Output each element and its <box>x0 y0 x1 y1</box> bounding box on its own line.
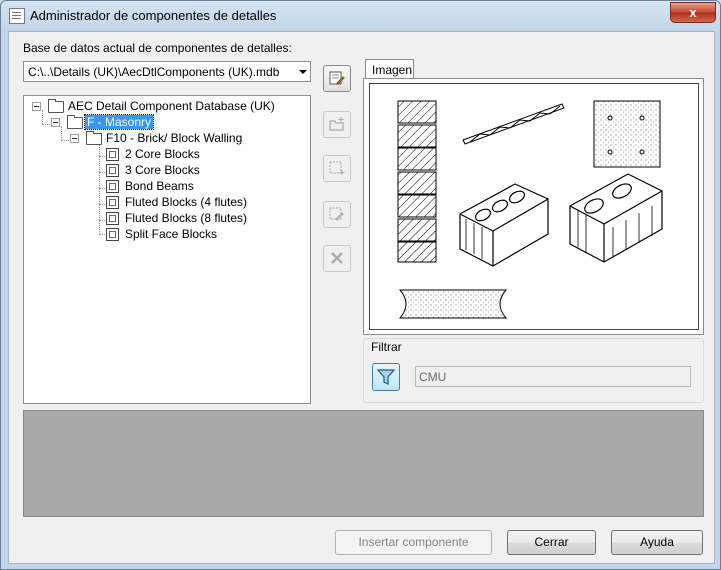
dialog-body: Base de datos actual de componentes de d… <box>8 31 715 564</box>
component-icon <box>106 148 119 161</box>
filter-input[interactable]: CMU <box>415 366 691 387</box>
collapse-icon[interactable] <box>70 134 79 143</box>
component-icon <box>106 164 119 177</box>
image-tab-panel <box>363 78 704 335</box>
delete-icon <box>331 252 343 264</box>
tree-leaf-label: Fluted Blocks (4 flutes) <box>125 195 248 209</box>
new-component-icon <box>329 161 345 175</box>
component-icon <box>106 212 119 225</box>
tree-leaf[interactable]: Bond Beams <box>106 178 296 194</box>
edit-component-button[interactable] <box>323 201 351 228</box>
component-preview-image <box>369 83 699 330</box>
tree-node-division[interactable]: F - Masonry <box>49 114 299 130</box>
tree-leaf[interactable]: 3 Core Blocks <box>106 162 296 178</box>
edit-component-icon <box>329 207 344 221</box>
tree-leaf[interactable]: Fluted Blocks (4 flutes) <box>106 194 296 210</box>
window-title: Administrador de componentes de detalles <box>30 8 277 23</box>
tree-node-label: F - Masonry <box>83 114 155 130</box>
description-panel <box>23 410 704 517</box>
help-button[interactable]: Ayuda <box>611 530 703 555</box>
filter-label: Filtrar <box>371 340 402 354</box>
open-folder-icon <box>48 99 64 113</box>
tree-node-label: AEC Detail Component Database (UK) <box>68 99 275 113</box>
database-label: Base de datos actual de componentes de d… <box>23 41 292 55</box>
component-icon <box>106 228 119 241</box>
filter-button[interactable] <box>372 363 400 391</box>
database-combo[interactable]: C:\..\Details (UK)\AecDtlComponents (UK)… <box>23 61 311 82</box>
component-tree[interactable]: AEC Detail Component Database (UK) F - M… <box>23 95 311 404</box>
database-combo-value: C:\..\Details (UK)\AecDtlComponents (UK)… <box>28 65 280 79</box>
component-icon <box>106 196 119 209</box>
title-bar[interactable]: Administrador de componentes de detalles… <box>1 1 720 31</box>
app-icon <box>9 8 25 24</box>
open-folder-icon <box>67 115 83 129</box>
chevron-down-icon[interactable] <box>299 70 307 74</box>
tree-leaf-label: Fluted Blocks (8 flutes) <box>125 211 248 225</box>
close-button[interactable]: Cerrar <box>507 530 596 555</box>
collapse-icon[interactable] <box>51 118 60 127</box>
tree-node-label: F10 - Brick/ Block Walling <box>106 131 243 145</box>
filter-input-value: CMU <box>419 370 447 384</box>
tree-leaf[interactable]: 2 Core Blocks <box>106 146 296 162</box>
tree-node-section[interactable]: F10 - Brick/ Block Walling <box>68 130 298 146</box>
tab-label: Imagen <box>372 63 413 77</box>
tree-leaf-label: Bond Beams <box>125 179 194 193</box>
tree-leaf-label: 2 Core Blocks <box>125 147 200 161</box>
tree-leaf[interactable]: Fluted Blocks (8 flutes) <box>106 210 296 226</box>
open-folder-icon <box>86 131 102 145</box>
edit-database-button[interactable] <box>323 65 351 92</box>
collapse-icon[interactable] <box>32 102 41 111</box>
close-window-button[interactable]: x <box>670 2 716 23</box>
tree-leaf[interactable]: Split Face Blocks <box>106 226 296 242</box>
edit-database-icon <box>329 71 345 85</box>
dialog-window: Administrador de componentes de detalles… <box>0 0 721 570</box>
new-category-button[interactable] <box>323 111 351 138</box>
component-icon <box>106 180 119 193</box>
tab-imagen[interactable]: Imagen <box>365 59 414 80</box>
insert-component-button[interactable]: Insertar componente <box>335 530 492 555</box>
funnel-icon <box>376 369 396 385</box>
tree-leaf-label: 3 Core Blocks <box>125 163 200 177</box>
tree-node-root[interactable]: AEC Detail Component Database (UK) <box>30 98 300 114</box>
new-component-button[interactable] <box>323 155 351 182</box>
tree-leaf-label: Split Face Blocks <box>125 227 218 241</box>
new-category-icon <box>329 117 344 131</box>
delete-button[interactable] <box>323 245 351 272</box>
